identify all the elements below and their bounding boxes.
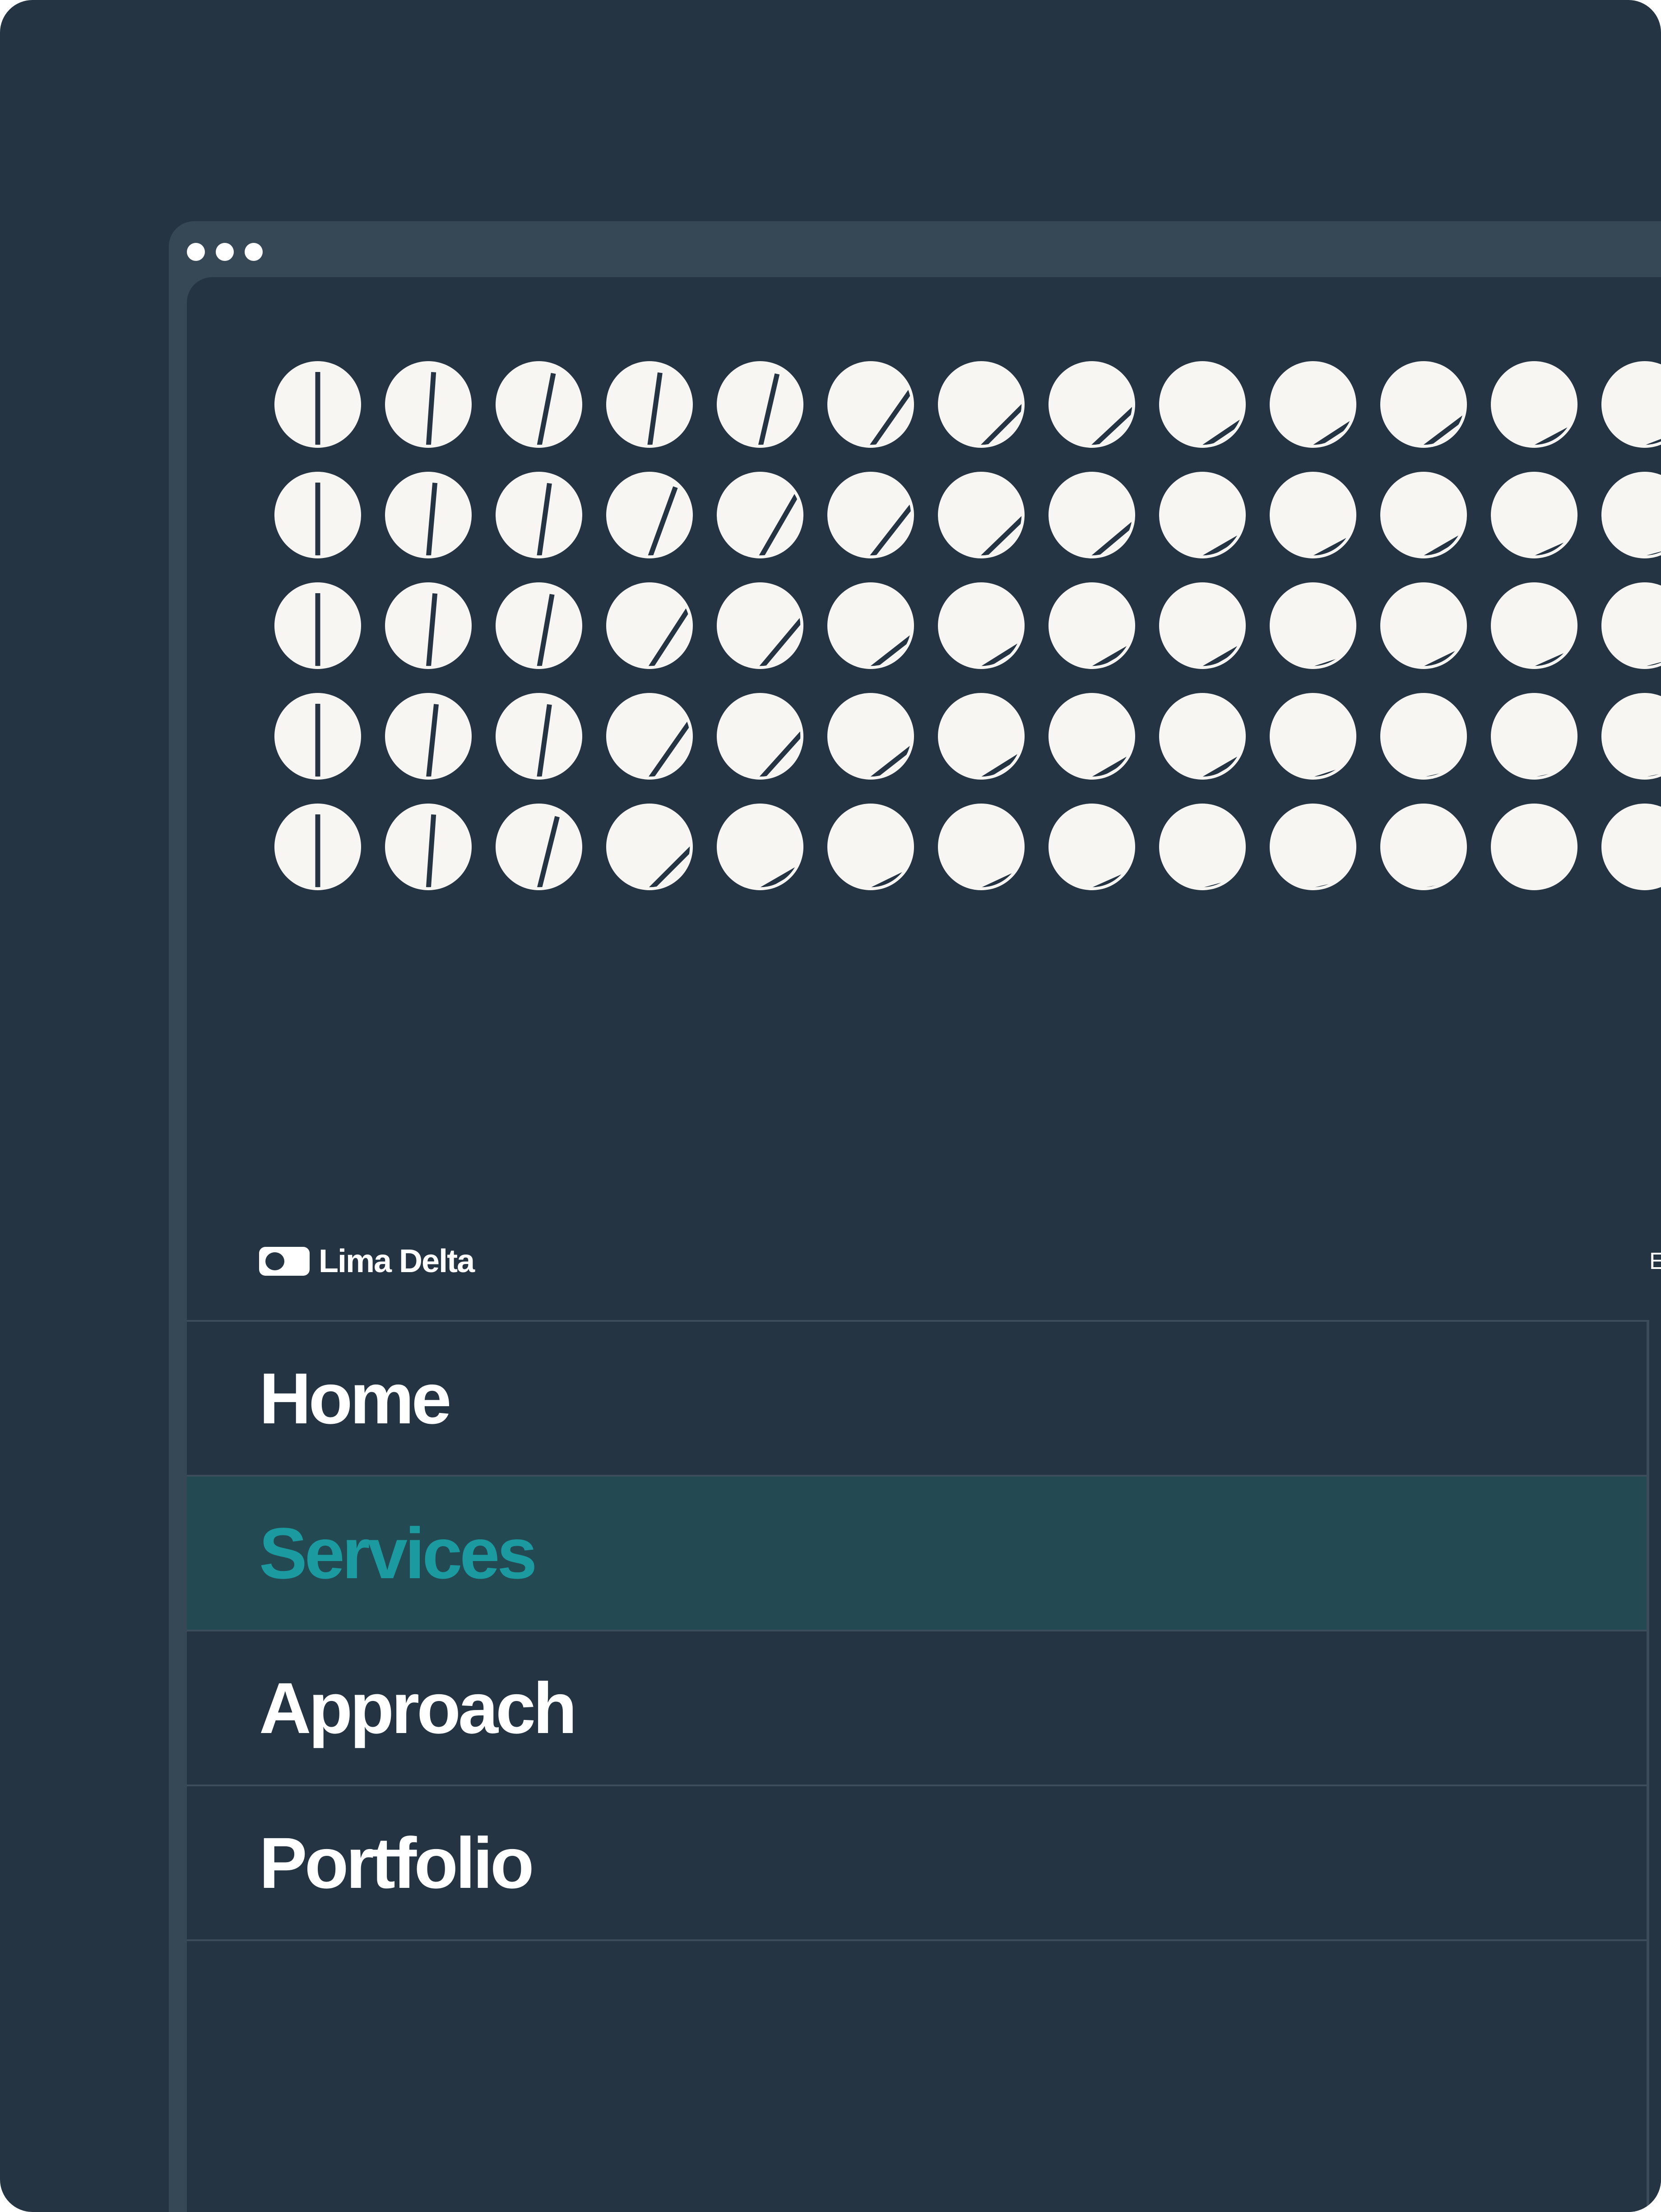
main-menu: Home Services Approach Portfolio [187,1320,1649,2212]
dial-icon [1159,582,1246,669]
dial-icon [1601,361,1661,448]
dial-icon [1601,472,1661,558]
dial-icon [496,693,582,780]
window-controls [187,239,263,265]
dial-icon [1380,472,1467,558]
browser-window: Lima Delta E Home Services Approach Port… [169,221,1661,2212]
dial-icon [274,361,361,448]
dial-icon [717,361,803,448]
brand-name: Lima Delta [319,1243,475,1279]
dial-icon [938,472,1025,558]
dial-icon [274,472,361,558]
dial-icon [385,804,472,890]
dial-icon [1380,693,1467,780]
dial-pattern [274,361,1661,890]
dial-icon [827,472,914,558]
dial-icon [1270,693,1356,780]
dial-icon [1601,693,1661,780]
dial-icon [827,804,914,890]
window-dot-icon[interactable] [187,243,205,261]
dial-icon [1491,361,1577,448]
dial-icon [1491,693,1577,780]
menu-item-portfolio[interactable]: Portfolio [187,1786,1647,1941]
menu-item-services[interactable]: Services [187,1477,1647,1631]
dial-icon [1049,804,1135,890]
dial-icon [1491,804,1577,890]
dial-icon [1049,361,1135,448]
dial-icon [1601,582,1661,669]
dial-icon [1159,804,1246,890]
dial-icon [717,472,803,558]
dial-icon [1380,804,1467,890]
dial-icon [496,361,582,448]
menu-item-label: Home [259,1357,452,1439]
dial-icon [385,582,472,669]
dial-icon [827,361,914,448]
dial-icon [827,693,914,780]
dial-icon [717,804,803,890]
dial-icon [1270,804,1356,890]
dial-icon [938,361,1025,448]
site-header: Lima Delta E [187,1239,1661,1284]
dial-icon [1270,472,1356,558]
dial-icon [938,804,1025,890]
menu-item-label: Services [259,1512,537,1594]
browser-viewport: Lima Delta E Home Services Approach Port… [187,277,1661,2212]
menu-item-approach[interactable]: Approach [187,1631,1647,1786]
dial-icon [1491,472,1577,558]
dial-icon [606,693,693,780]
dial-icon [717,582,803,669]
dial-icon [1601,804,1661,890]
brand-logo[interactable]: Lima Delta [259,1239,475,1284]
menu-item-label: Portfolio [259,1822,534,1903]
dial-icon [274,693,361,780]
dial-icon [1049,472,1135,558]
dial-icon [496,472,582,558]
window-dot-icon[interactable] [245,243,263,261]
dial-icon [274,582,361,669]
menu-item-label: Approach [259,1667,577,1748]
app-card: Lima Delta E Home Services Approach Port… [0,0,1661,2212]
dial-icon [938,582,1025,669]
dial-icon [717,693,803,780]
window-dot-icon[interactable] [216,243,234,261]
menu-item-home[interactable]: Home [187,1322,1647,1477]
dial-icon [606,472,693,558]
dial-icon [274,804,361,890]
dial-icon [1049,693,1135,780]
dial-icon [606,804,693,890]
dial-icon [496,804,582,890]
toggle-pill-icon [259,1247,310,1276]
dial-icon [938,693,1025,780]
dial-icon [606,361,693,448]
dial-icon [1380,361,1467,448]
dial-icon [1049,582,1135,669]
dial-icon [1491,582,1577,669]
dial-icon [1159,361,1246,448]
dial-icon [827,582,914,669]
dial-icon [606,582,693,669]
dial-icon [385,472,472,558]
header-edge-text: E [1649,1248,1661,1274]
dial-icon [1159,472,1246,558]
dial-icon [385,693,472,780]
dial-icon [496,582,582,669]
dial-icon [1270,582,1356,669]
dial-icon [1380,582,1467,669]
dial-icon [1159,693,1246,780]
dial-icon [385,361,472,448]
dial-icon [1270,361,1356,448]
